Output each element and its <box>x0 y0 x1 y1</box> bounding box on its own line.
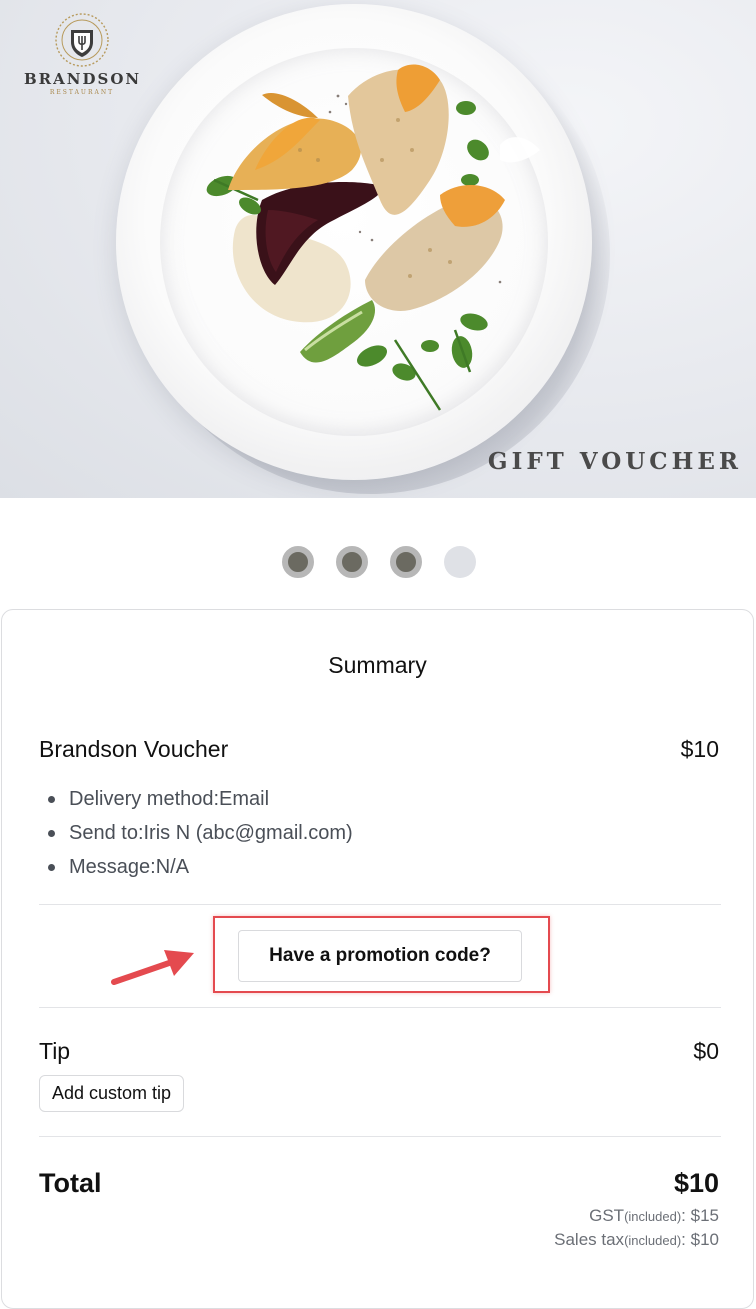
voucher-details-list: Delivery method:Email Send to:Iris N (ab… <box>39 782 353 884</box>
brand-subtitle: RESTAURANT <box>49 89 115 96</box>
summary-card: Summary Brandson Voucher $10 Delivery me… <box>1 609 754 1309</box>
total-value: $10 <box>673 1168 719 1198</box>
brand-logo: BRANDSON RESTAURANT <box>24 12 140 96</box>
hero-image: BRANDSON RESTAURANT GIFT VOUCHER <box>0 0 756 498</box>
carousel-dot-2[interactable] <box>336 546 368 578</box>
sales-tax-note: (included) <box>624 1233 682 1248</box>
divider <box>39 904 721 905</box>
divider <box>39 1136 721 1137</box>
annotation-arrow-icon <box>111 950 194 985</box>
promotion-code-button[interactable]: Have a promotion code? <box>238 930 522 982</box>
sales-tax-value: $10 <box>690 1230 719 1249</box>
total-label: Total <box>39 1168 102 1198</box>
gst-label: GST <box>589 1206 625 1225</box>
gst-note: (included) <box>624 1209 682 1224</box>
hero-caption: GIFT VOUCHER <box>487 448 742 475</box>
summary-title: Summary <box>328 652 427 678</box>
voucher-price: $10 <box>680 736 719 762</box>
detail-message: Message:N/A <box>39 850 353 884</box>
brand-name: BRANDSON <box>24 70 142 88</box>
sales-tax-label: Sales tax <box>554 1230 625 1249</box>
carousel-dot-4[interactable] <box>444 546 476 578</box>
shield-fork-icon <box>55 13 109 67</box>
add-custom-tip-button[interactable]: Add custom tip <box>39 1075 185 1112</box>
voucher-name: Brandson Voucher <box>39 736 229 762</box>
detail-send-to: Send to:Iris N (abc@gmail.com) <box>39 816 353 850</box>
gst-line: GST(included): $15 <box>589 1206 719 1226</box>
sales-tax-line: Sales tax(included): $10 <box>554 1230 719 1250</box>
sales-tax-separator: : <box>681 1230 686 1249</box>
divider <box>39 1007 721 1008</box>
tip-value: $0 <box>693 1038 719 1064</box>
carousel-dot-1[interactable] <box>282 546 314 578</box>
gst-value: $15 <box>690 1206 719 1225</box>
detail-delivery-method: Delivery method:Email <box>39 782 353 816</box>
carousel-dots <box>282 546 476 578</box>
gst-separator: : <box>681 1206 686 1225</box>
tip-label: Tip <box>39 1038 71 1064</box>
carousel-dot-3[interactable] <box>390 546 422 578</box>
